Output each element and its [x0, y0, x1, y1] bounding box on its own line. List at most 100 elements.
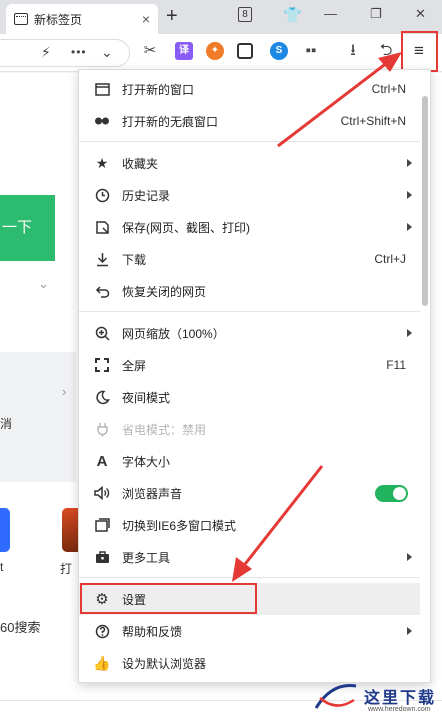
menu-shortcut: Ctrl+Shift+N — [340, 114, 406, 128]
watermark-logo-icon — [314, 683, 357, 709]
app-tile-game[interactable] — [62, 508, 78, 552]
new-tab-button[interactable]: + — [166, 5, 178, 28]
menu-label: 设为默认浏览器 — [122, 656, 207, 671]
menu-label: 打开新的无痕窗口 — [122, 114, 219, 129]
search-engine-label: 60搜索 — [0, 620, 41, 635]
speaker-icon — [93, 484, 111, 502]
undo-icon[interactable]: ⮌ — [377, 42, 395, 60]
watermark-text: 这里下载 — [364, 688, 437, 707]
game-icon[interactable]: ✦ — [206, 42, 224, 60]
submenu-arrow-icon — [407, 159, 412, 167]
menu-item-new-window[interactable]: 打开新的窗口 Ctrl+N — [79, 73, 420, 105]
menu-label: 切换到IE6多窗口模式 — [122, 518, 237, 533]
menu-item-more-tools[interactable]: 更多工具 — [79, 541, 420, 573]
download-icon[interactable]: ⭳ — [344, 42, 362, 60]
tab-title: 新标签页 — [34, 12, 83, 27]
download-icon — [93, 250, 111, 268]
font-icon: A — [96, 452, 108, 470]
menu-item-help[interactable]: 帮助和反馈 — [79, 615, 420, 647]
menu-label: 字体大小 — [122, 454, 171, 469]
menu-label: 下载 — [122, 252, 147, 267]
sync-icon[interactable]: S — [270, 42, 288, 60]
chevron-down-icon[interactable]: ⌄ — [101, 44, 113, 61]
toolbox-icon — [93, 548, 111, 566]
menu-item-restore-closed[interactable]: 恢复关闭的网页 — [79, 275, 420, 307]
tab-count-badge[interactable]: 8 — [238, 7, 252, 22]
submenu-arrow-icon — [407, 627, 412, 635]
menu-separator — [79, 577, 420, 578]
menu-item-ie6-mode[interactable]: 切换到IE6多窗口模式 — [79, 509, 420, 541]
menu-item-power-saving: 省电模式：禁用 — [79, 413, 420, 445]
menu-button-highlight-box — [401, 31, 438, 72]
menu-item-zoom[interactable]: 网页缩放（100%） — [79, 317, 420, 349]
submenu-arrow-icon — [407, 223, 412, 231]
menu-label: 帮助和反馈 — [122, 624, 183, 639]
undo-icon — [93, 282, 111, 300]
save-icon — [93, 218, 111, 236]
menu-separator — [79, 141, 420, 142]
tile-label-right: 打 — [60, 562, 73, 576]
menu-label: 夜间模式 — [122, 390, 171, 405]
close-window-button[interactable]: ✕ — [415, 6, 426, 22]
minimize-button[interactable]: — — [324, 6, 337, 21]
menu-shortcut: F11 — [386, 358, 406, 372]
reader-icon[interactable] — [237, 43, 253, 59]
tile-label-left: t — [0, 560, 4, 574]
menu-label: 更多工具 — [122, 550, 171, 565]
submenu-arrow-icon — [407, 329, 412, 337]
side-char: 消 — [0, 417, 13, 431]
menu-shortcut: Ctrl+J — [374, 252, 406, 266]
submenu-arrow-icon — [407, 553, 412, 561]
menu-label: 浏览器声音 — [122, 486, 183, 501]
menu-item-night-mode[interactable]: 夜间模式 — [79, 381, 420, 413]
toolbar: ⚡ ••• ⌄ ✂ 译 ✦ S ▪▪ ⭳ ⮌ — [0, 34, 442, 72]
fullscreen-icon — [93, 356, 111, 374]
help-icon — [93, 622, 111, 640]
lightning-icon[interactable]: ⚡ — [41, 44, 51, 61]
menu-item-fullscreen[interactable]: 全屏 F11 — [79, 349, 420, 381]
scissors-icon[interactable]: ✂ — [141, 42, 159, 60]
menu-item-browser-sound[interactable]: 浏览器声音 — [79, 477, 420, 509]
menu-item-favorites[interactable]: ★ 收藏夹 — [79, 147, 420, 179]
menu-item-default-browser[interactable]: 👍 设为默认浏览器 — [79, 647, 420, 679]
menu-label: 省电模式：禁用 — [122, 422, 207, 437]
chevron-right-icon[interactable]: › — [62, 384, 66, 399]
window-icon — [93, 80, 111, 98]
multi-window-icon — [93, 516, 111, 534]
plug-icon — [93, 420, 111, 438]
menu-item-downloads[interactable]: 下载 Ctrl+J — [79, 243, 420, 275]
menu-label: 全屏 — [122, 358, 147, 373]
apps-icon[interactable]: ▪▪ — [302, 42, 320, 60]
tab-close-button[interactable]: × — [142, 11, 150, 27]
tab-new-tab[interactable]: 新标签页 × — [6, 4, 158, 34]
restore-button[interactable]: ❐ — [370, 6, 382, 22]
search-button[interactable]: 一下 — [0, 195, 55, 261]
menu-label: 打开新的窗口 — [122, 82, 195, 97]
expand-chevron-icon[interactable]: ⌄ — [38, 276, 49, 292]
menu-item-incognito[interactable]: 打开新的无痕窗口 Ctrl+Shift+N — [79, 105, 420, 137]
menu-label: 保存(网页、截图、打印) — [122, 220, 250, 235]
zoom-icon — [93, 324, 111, 342]
menu-scrollbar[interactable] — [422, 96, 428, 306]
submenu-arrow-icon — [407, 191, 412, 199]
menu-item-history[interactable]: 历史记录 — [79, 179, 420, 211]
menu-label: 网页缩放（100%） — [122, 326, 225, 341]
menu-item-font-size[interactable]: A 字体大小 — [79, 445, 420, 477]
menu-shortcut: Ctrl+N — [371, 82, 406, 96]
newtab-favicon-icon — [14, 13, 28, 25]
shirt-skin-icon[interactable]: 👕 — [283, 6, 302, 24]
mask-icon — [93, 112, 111, 130]
sound-toggle[interactable] — [375, 484, 408, 502]
menu-label: 收藏夹 — [122, 156, 159, 171]
watermark-url: www.heredown.com — [368, 706, 431, 713]
moon-icon — [93, 388, 111, 406]
menu-separator — [79, 311, 420, 312]
address-bar[interactable]: ⚡ ••• ⌄ — [0, 39, 130, 67]
menu-item-save[interactable]: 保存(网页、截图、打印) — [79, 211, 420, 243]
thumbs-up-icon: 👍 — [93, 654, 111, 671]
menu-label: 恢复关闭的网页 — [122, 284, 207, 299]
tab-strip: 新标签页 × + 8 👕 — ❐ ✕ — [0, 0, 442, 34]
translate-icon[interactable]: 译 — [175, 42, 193, 60]
more-icon[interactable]: ••• — [71, 45, 87, 59]
app-tile-blue[interactable] — [0, 508, 10, 552]
